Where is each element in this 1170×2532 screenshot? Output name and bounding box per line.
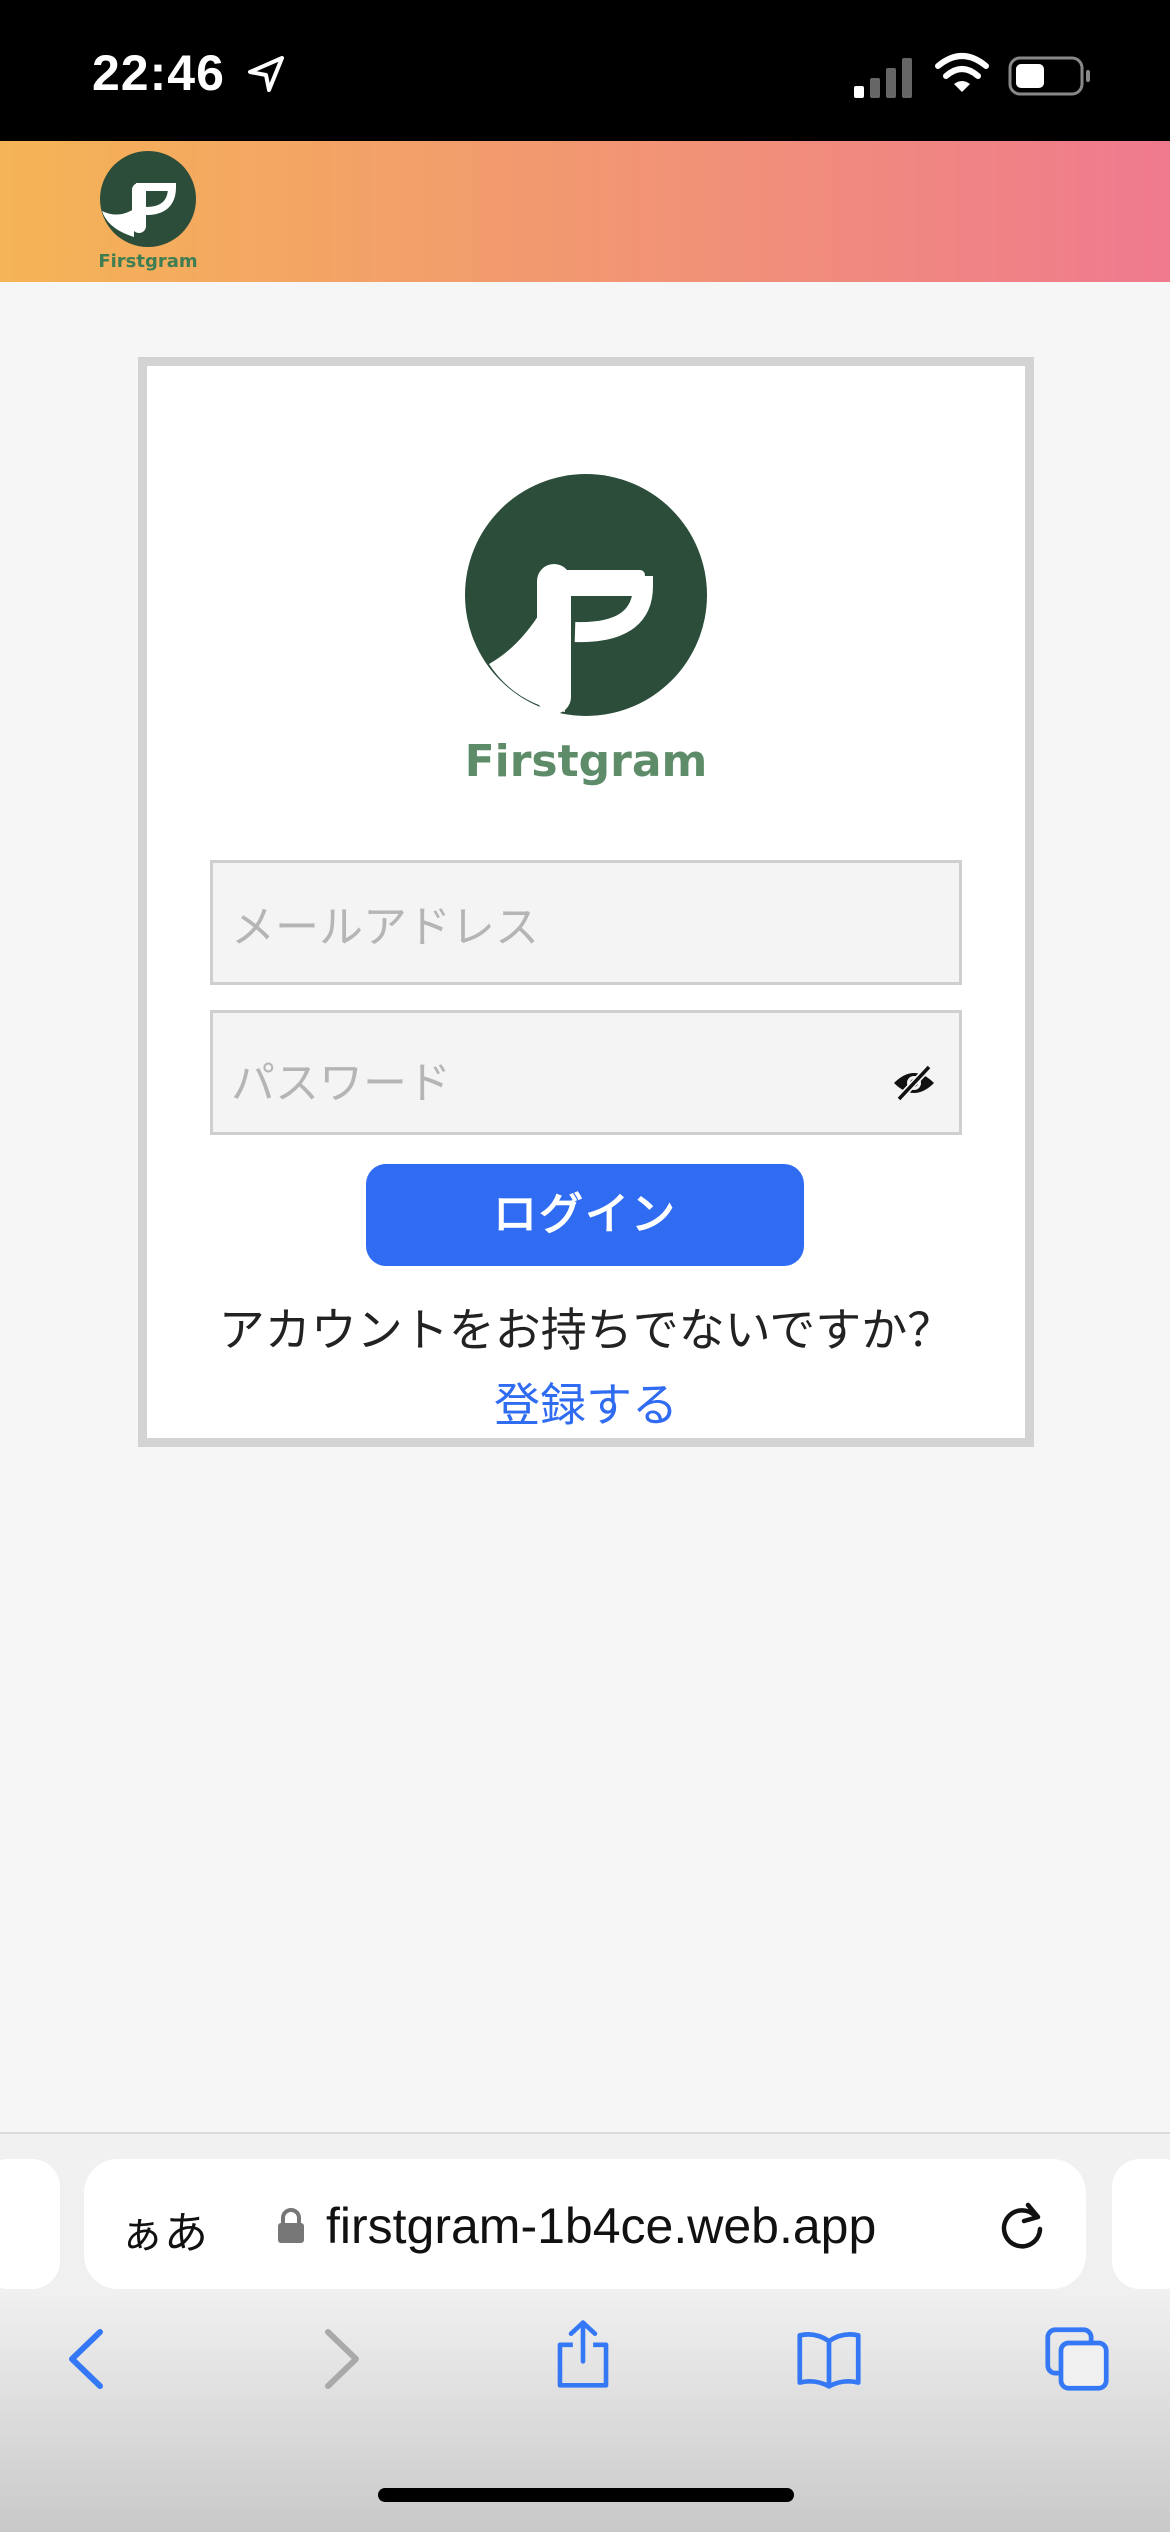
status-time: 22:46 xyxy=(92,45,225,101)
email-field[interactable]: メールアドレス xyxy=(210,860,962,985)
url-text[interactable]: firstgram-1b4ce.web.app xyxy=(326,2197,876,2255)
app-header: Firstgram xyxy=(0,141,1170,282)
location-arrow-icon xyxy=(248,56,284,92)
home-indicator xyxy=(378,2488,794,2502)
tabs-icon[interactable] xyxy=(1044,2324,1110,2394)
header-logo-text: Firstgram xyxy=(98,251,198,272)
reload-icon[interactable] xyxy=(994,2199,1050,2255)
share-icon[interactable] xyxy=(550,2319,616,2389)
firstgram-logo-icon[interactable] xyxy=(98,149,198,249)
bookmarks-icon[interactable] xyxy=(796,2324,862,2394)
browser-toolbar: ぁあ firstgram-1b4ce.web.app xyxy=(0,2132,1170,2532)
next-tab-peek[interactable] xyxy=(1112,2159,1170,2289)
wifi-icon xyxy=(935,53,989,92)
login-card: Firstgram メールアドレス パスワード ログイン アカウントをお持ちでな… xyxy=(138,357,1034,1447)
lock-icon xyxy=(278,2208,304,2243)
firstgram-logo-icon xyxy=(465,474,707,716)
eye-slash-icon[interactable] xyxy=(891,1063,937,1103)
back-icon[interactable] xyxy=(56,2324,122,2394)
signal-icon xyxy=(854,58,912,98)
card-logo-text: Firstgram xyxy=(464,736,708,787)
account-prompt: アカウントをお持ちでないですか？ xyxy=(218,1303,954,1357)
email-placeholder: メールアドレス xyxy=(231,901,539,953)
previous-tab-peek[interactable] xyxy=(0,2159,60,2289)
status-bar: 22:46 xyxy=(0,0,1170,141)
register-link[interactable]: 登録する xyxy=(147,1369,1025,1435)
text-size-button[interactable]: ぁあ xyxy=(120,2197,208,2261)
login-button[interactable]: ログイン xyxy=(366,1164,804,1266)
password-placeholder: パスワード xyxy=(231,1058,451,1109)
forward-icon[interactable] xyxy=(306,2324,372,2394)
address-bar[interactable]: ぁあ firstgram-1b4ce.web.app xyxy=(84,2159,1086,2289)
battery-icon xyxy=(1008,56,1090,96)
password-field[interactable]: パスワード xyxy=(210,1010,962,1135)
